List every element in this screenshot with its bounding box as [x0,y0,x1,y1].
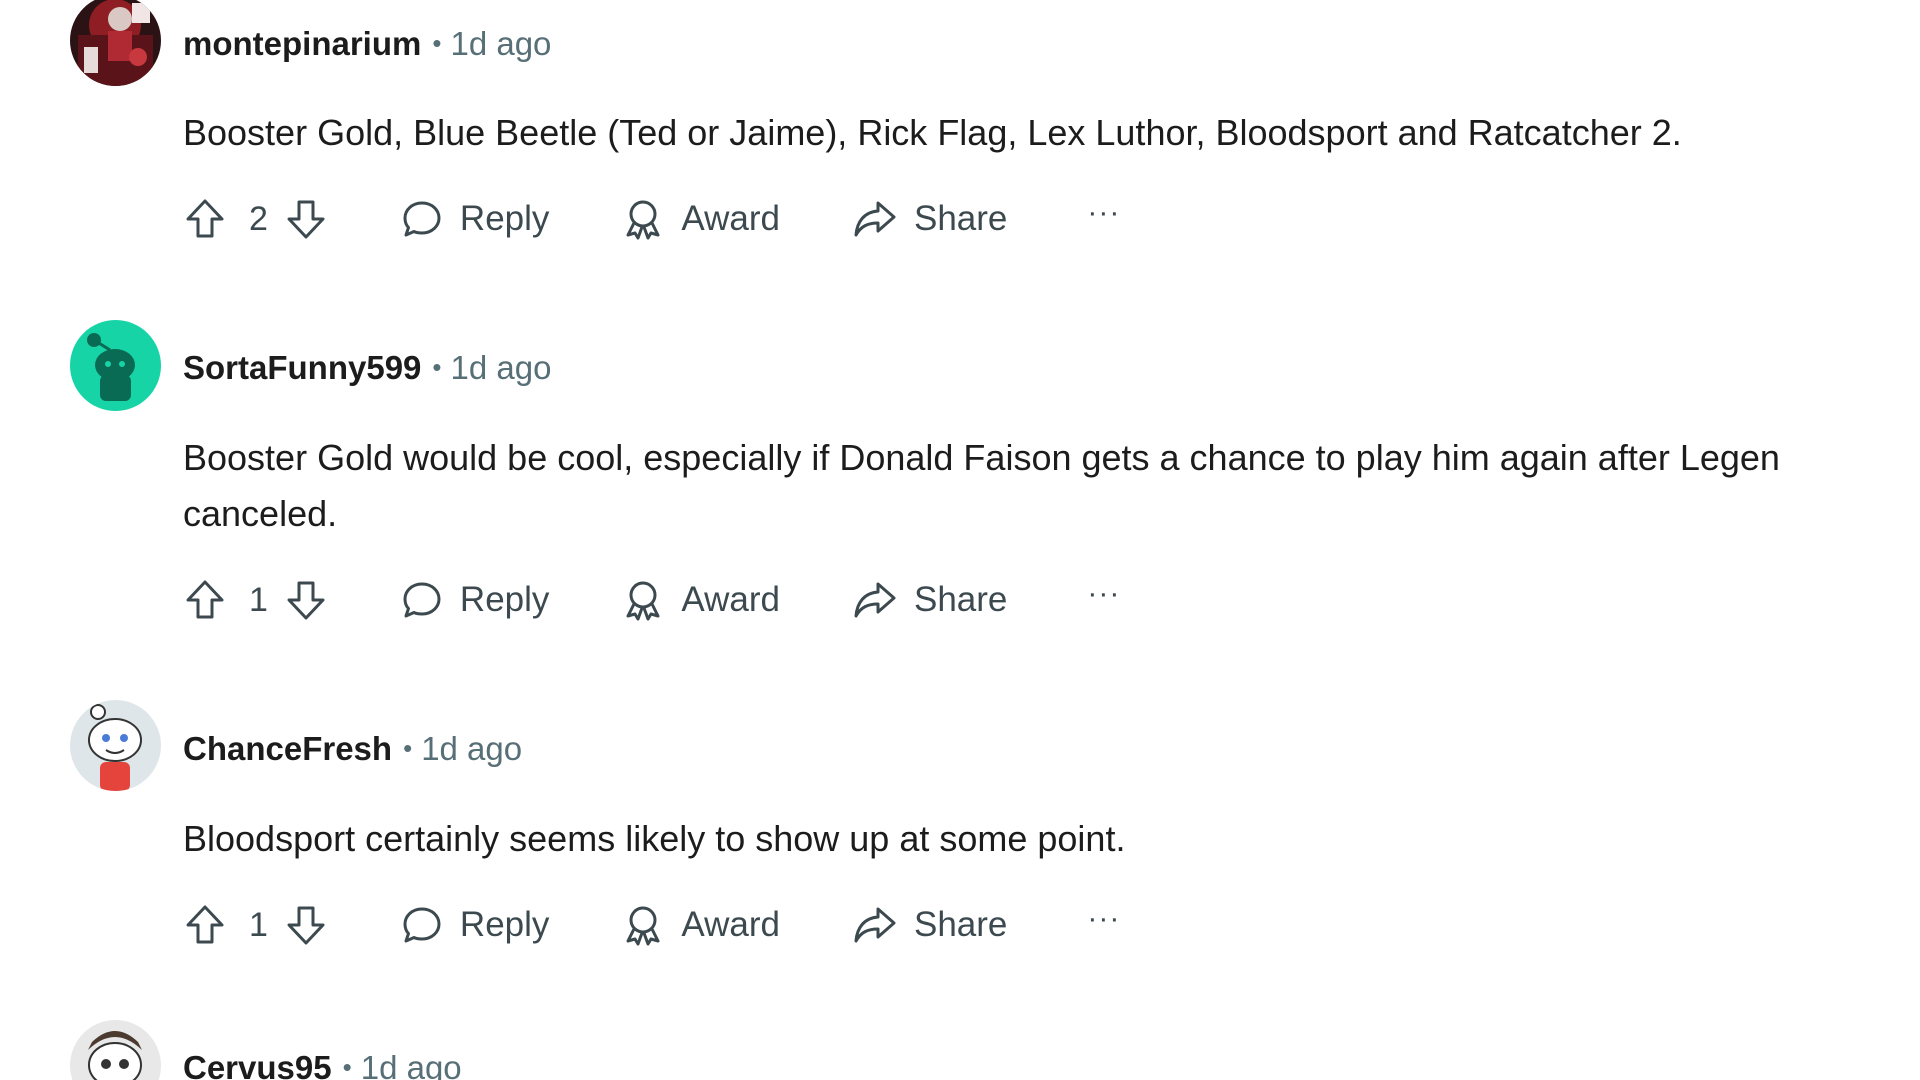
share-button[interactable]: Share [852,903,1007,947]
share-icon [854,907,896,943]
vote-group: 1 [183,903,328,947]
comment-body: Bloodsport certainly seems likely to sho… [183,811,1920,867]
downvote-icon[interactable] [284,197,328,241]
reply-label: Reply [459,580,550,619]
award-icon [626,200,660,240]
more-options-icon[interactable]: ··· [1087,577,1120,611]
avatar[interactable] [70,0,161,86]
timestamp[interactable]: 1d ago [450,25,551,62]
username[interactable]: ChanceFresh [183,730,392,767]
timestamp[interactable]: 1d ago [361,1049,462,1080]
username[interactable]: SortaFunny599 [183,349,421,386]
share-icon [854,582,896,618]
vote-group: 2 [183,197,328,241]
meta-separator: • [342,1052,352,1080]
share-icon [854,201,896,237]
comment-body-line: Bloodsport certainly seems likely to sho… [183,818,1126,859]
avatar[interactable] [70,700,161,791]
upvote-icon[interactable] [183,578,227,622]
comment-bubble-icon [403,582,441,618]
award-icon [626,581,660,621]
downvote-icon[interactable] [284,578,328,622]
comment-body: Booster Gold would be cool, especially i… [183,430,1920,542]
share-label: Share [913,199,1008,238]
comment-bubble-icon [403,201,441,237]
award-label: Award [681,199,780,238]
vote-score: 1 [249,580,268,619]
comment-bubble-icon [403,907,441,943]
share-button[interactable]: Share [852,197,1007,241]
reply-label: Reply [459,199,550,238]
username[interactable]: Cervus95 [183,1049,332,1080]
award-button[interactable]: Award [621,578,780,622]
award-button[interactable]: Award [621,197,780,241]
vote-score: 1 [249,905,268,944]
award-button[interactable]: Award [621,903,780,947]
avatar-image [70,320,161,411]
share-label: Share [913,580,1008,619]
timestamp[interactable]: 1d ago [451,349,552,386]
reply-button[interactable]: Reply [400,197,549,241]
upvote-icon[interactable] [183,197,227,241]
comment-meta: montepinarium • 1d ago [183,24,551,66]
reply-label: Reply [459,905,550,944]
reply-button[interactable]: Reply [400,903,549,947]
comment-body-line: canceled. [183,493,338,534]
share-button[interactable]: Share [852,578,1007,622]
avatar-image [70,700,161,791]
timestamp[interactable]: 1d ago [421,730,522,767]
comment-actions: 2 Reply Award Share ··· [183,191,1120,247]
vote-score: 2 [249,199,268,238]
username[interactable]: montepinarium [183,25,421,62]
comment-body-line: Booster Gold, Blue Beetle (Ted or Jaime)… [183,112,1682,153]
comment-body: Booster Gold, Blue Beetle (Ted or Jaime)… [183,105,1920,161]
award-label: Award [681,580,780,619]
comment-meta: Cervus95 • 1d ago [183,1048,462,1080]
comment-body-line: Booster Gold would be cool, especially i… [183,437,1780,478]
comment-actions: 1 Reply Award Share ··· [183,572,1120,628]
share-label: Share [913,905,1008,944]
avatar-image [70,0,161,86]
meta-separator: • [432,28,442,58]
avatar-image [70,1020,161,1080]
meta-separator: • [432,352,442,382]
award-label: Award [681,905,780,944]
comment-meta: SortaFunny599 • 1d ago [183,348,551,390]
vote-group: 1 [183,578,328,622]
reply-button[interactable]: Reply [400,578,549,622]
more-options-icon[interactable]: ··· [1087,196,1120,230]
meta-separator: • [403,733,413,763]
comment-actions: 1 Reply Award Share ··· [183,897,1120,953]
avatar[interactable] [70,1020,161,1080]
downvote-icon[interactable] [284,903,328,947]
more-options-icon[interactable]: ··· [1087,902,1120,936]
avatar[interactable] [70,320,161,411]
comment-meta: ChanceFresh • 1d ago [183,729,522,771]
award-icon [626,906,660,946]
upvote-icon[interactable] [183,903,227,947]
